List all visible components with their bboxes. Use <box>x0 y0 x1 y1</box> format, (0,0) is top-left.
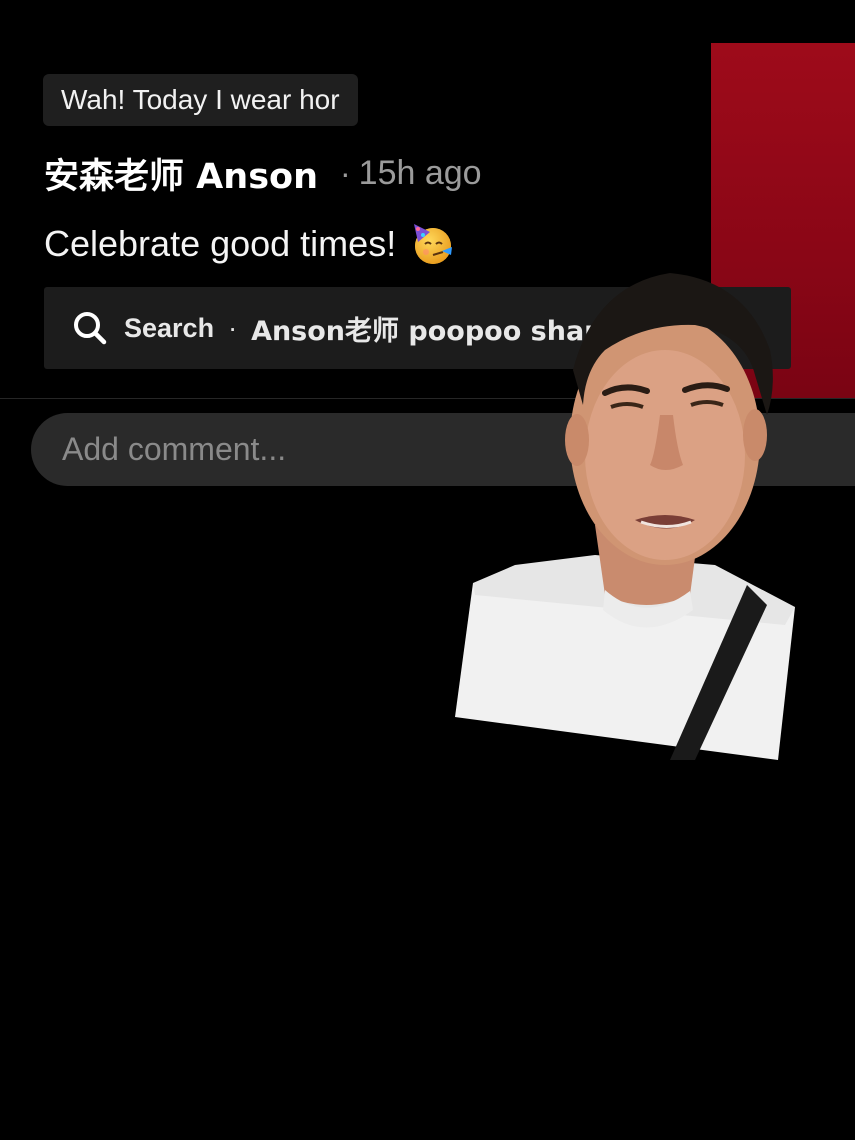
caption-chip[interactable]: Wah! Today I wear hor <box>43 74 358 126</box>
search-separator: · <box>228 312 238 343</box>
caption-chip-text: Wah! Today I wear hor <box>61 84 340 115</box>
description-text: Celebrate good times! <box>44 223 397 264</box>
search-icon <box>70 308 110 348</box>
partying-face-icon <box>410 222 454 266</box>
post-time: 15h ago <box>358 153 482 192</box>
author-row: 安森老师 Anson · 15h ago <box>44 148 482 199</box>
video-description: Celebrate good times! <box>44 218 454 270</box>
author-name[interactable]: 安森老师 Anson <box>44 148 318 199</box>
search-label: Search <box>124 312 215 343</box>
time-separator: · <box>340 154 351 191</box>
creator-cutout-image <box>455 273 795 760</box>
